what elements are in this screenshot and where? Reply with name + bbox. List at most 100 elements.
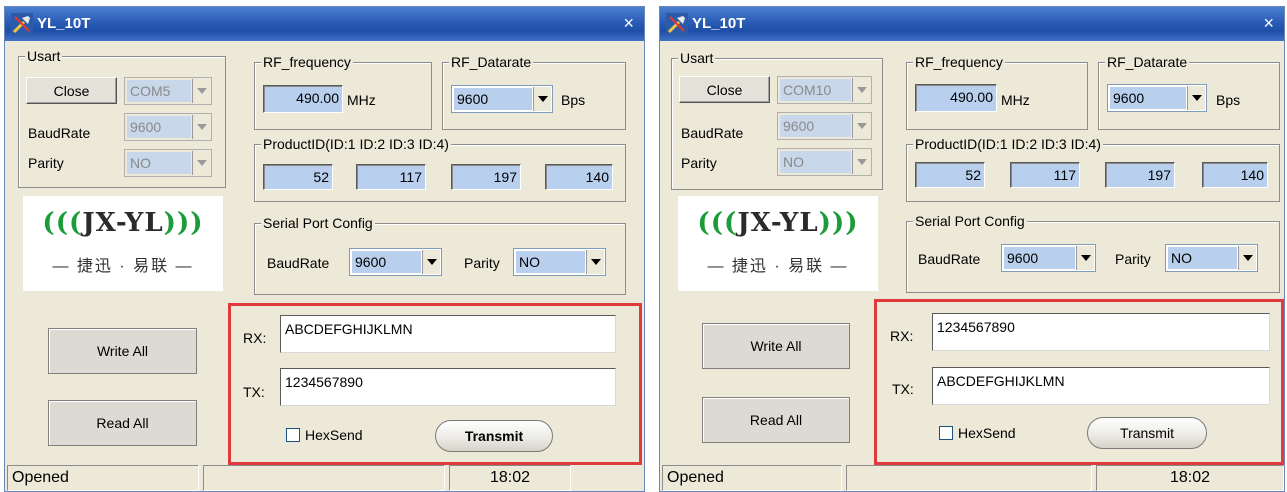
brand-logo-mark: (((JX-YL))) <box>697 208 859 238</box>
product-id-2-input[interactable]: 117 <box>356 164 426 190</box>
app-window-right: YL_10T × Usart Close COM10 BaudRate 9600… <box>659 6 1285 492</box>
rf-frequency-unit: MHz <box>347 92 376 108</box>
product-id-3-input[interactable]: 197 <box>1105 162 1175 188</box>
usart-legend: Usart <box>25 47 63 65</box>
usart-baud-select[interactable]: 9600 <box>777 112 872 140</box>
hexsend-label: HexSend <box>958 425 1016 441</box>
rf-frequency-legend: RF_frequency <box>913 53 1005 71</box>
app-tool-icon <box>11 13 33 35</box>
chevron-down-icon <box>1187 86 1205 110</box>
status-bar: Opened 18:02 <box>660 463 1284 491</box>
chevron-down-icon <box>852 114 870 138</box>
tx-field[interactable]: ABCDEFGHIJKLMN <box>932 367 1270 405</box>
usart-legend: Usart <box>678 49 716 67</box>
close-port-button[interactable]: Close <box>26 77 117 104</box>
rf-datarate-select[interactable]: 9600 <box>451 85 553 113</box>
usart-parity-label: Parity <box>28 155 64 171</box>
serial-parity-label: Parity <box>464 255 500 271</box>
rf-datarate-select[interactable]: 9600 <box>1107 84 1207 112</box>
title-bar[interactable]: YL_10T × <box>5 7 644 41</box>
com-port-select[interactable]: COM5 <box>124 77 212 105</box>
serial-config-legend: Serial Port Config <box>913 212 1027 230</box>
brand-logo-subtitle: — 捷迅 · 易联 — <box>707 258 849 275</box>
chevron-down-icon <box>1238 246 1256 270</box>
close-window-icon[interactable]: × <box>1263 13 1274 34</box>
chevron-down-icon <box>586 250 604 274</box>
product-id-4-input[interactable]: 140 <box>545 164 613 190</box>
serial-parity-select[interactable]: NO <box>1165 244 1258 272</box>
serial-baud-select[interactable]: 9600 <box>1001 244 1096 272</box>
window-title: YL_10T <box>37 15 91 32</box>
usart-baud-select[interactable]: 9600 <box>124 113 212 141</box>
product-id-legend: ProductID(ID:1 ID:2 ID:3 ID:4) <box>261 135 451 153</box>
rx-field[interactable]: 1234567890 <box>932 313 1270 351</box>
write-all-button[interactable]: Write All <box>48 328 197 374</box>
chevron-down-icon <box>852 78 870 102</box>
transmit-button[interactable]: Transmit <box>435 420 553 452</box>
brand-logo: (((JX-YL))) — 捷迅 · 易联 — <box>23 196 223 291</box>
status-time: 18:02 <box>449 465 571 491</box>
product-id-4-input[interactable]: 140 <box>1202 162 1268 188</box>
rf-frequency-input[interactable]: 490.00 <box>915 84 997 112</box>
serial-baud-value: 9600 <box>1004 247 1075 269</box>
chevron-down-icon <box>533 87 551 111</box>
write-all-button[interactable]: Write All <box>702 323 850 369</box>
usart-baud-value: 9600 <box>780 115 851 137</box>
status-time: 18:02 <box>1096 465 1284 491</box>
app-window-left: YL_10T × Usart Close COM5 BaudRate 9600 … <box>4 6 645 492</box>
tx-field[interactable]: 1234567890 <box>280 368 616 406</box>
usart-parity-value: NO <box>127 152 191 174</box>
serial-parity-select[interactable]: NO <box>513 248 606 276</box>
status-state: Opened <box>7 465 199 491</box>
read-all-button[interactable]: Read All <box>48 400 197 446</box>
hexsend-checkbox[interactable] <box>286 428 300 442</box>
read-all-button[interactable]: Read All <box>702 397 850 443</box>
rf-datarate-value: 9600 <box>1110 87 1186 109</box>
rx-label: RX: <box>243 330 267 346</box>
rf-datarate-unit: Bps <box>561 92 586 108</box>
brand-logo-subtitle: — 捷迅 · 易联 — <box>52 258 194 275</box>
rx-label: RX: <box>890 328 914 344</box>
rf-datarate-value: 9600 <box>454 88 532 110</box>
chevron-down-icon <box>1076 246 1094 270</box>
serial-config-legend: Serial Port Config <box>261 214 375 232</box>
brand-logo-mark: (((JX-YL))) <box>42 208 204 238</box>
hexsend-label: HexSend <box>305 427 363 443</box>
tx-label: TX: <box>892 381 914 397</box>
rf-frequency-legend: RF_frequency <box>261 53 353 71</box>
usart-baud-label: BaudRate <box>28 125 91 141</box>
rf-datarate-legend: RF_Datarate <box>449 53 534 71</box>
usart-parity-label: Parity <box>681 155 717 171</box>
window-title: YL_10T <box>692 15 746 32</box>
hexsend-checkbox[interactable] <box>939 426 953 440</box>
product-id-legend: ProductID(ID:1 ID:2 ID:3 ID:4) <box>913 135 1103 153</box>
serial-baud-select[interactable]: 9600 <box>349 248 442 276</box>
product-id-2-input[interactable]: 117 <box>1010 162 1080 188</box>
rf-frequency-input[interactable]: 490.00 <box>263 85 343 113</box>
usart-baud-value: 9600 <box>127 116 191 138</box>
chevron-down-icon <box>192 151 210 175</box>
usart-baud-label: BaudRate <box>681 125 744 141</box>
transmit-button[interactable]: Transmit <box>1087 417 1207 449</box>
product-id-3-input[interactable]: 197 <box>451 164 521 190</box>
status-middle <box>203 465 445 491</box>
usart-parity-select[interactable]: NO <box>777 148 872 176</box>
chevron-down-icon <box>192 79 210 103</box>
rf-datarate-legend: RF_Datarate <box>1105 53 1190 71</box>
brand-logo: (((JX-YL))) — 捷迅 · 易联 — <box>678 196 878 291</box>
product-id-1-input[interactable]: 52 <box>915 162 985 188</box>
usart-parity-select[interactable]: NO <box>124 149 212 177</box>
rf-datarate-unit: Bps <box>1216 92 1241 108</box>
serial-baud-label: BaudRate <box>267 255 330 271</box>
rx-field[interactable]: ABCDEFGHIJKLMN <box>280 315 616 353</box>
com-port-select[interactable]: COM10 <box>777 76 872 104</box>
rf-frequency-unit: MHz <box>1001 92 1030 108</box>
status-state: Opened <box>662 465 842 491</box>
close-port-button[interactable]: Close <box>679 76 770 103</box>
tx-label: TX: <box>243 384 265 400</box>
product-id-1-input[interactable]: 52 <box>263 164 333 190</box>
close-window-icon[interactable]: × <box>623 13 634 34</box>
status-middle <box>846 465 1092 491</box>
title-bar[interactable]: YL_10T × <box>660 7 1284 41</box>
com-port-value: COM5 <box>127 80 191 102</box>
